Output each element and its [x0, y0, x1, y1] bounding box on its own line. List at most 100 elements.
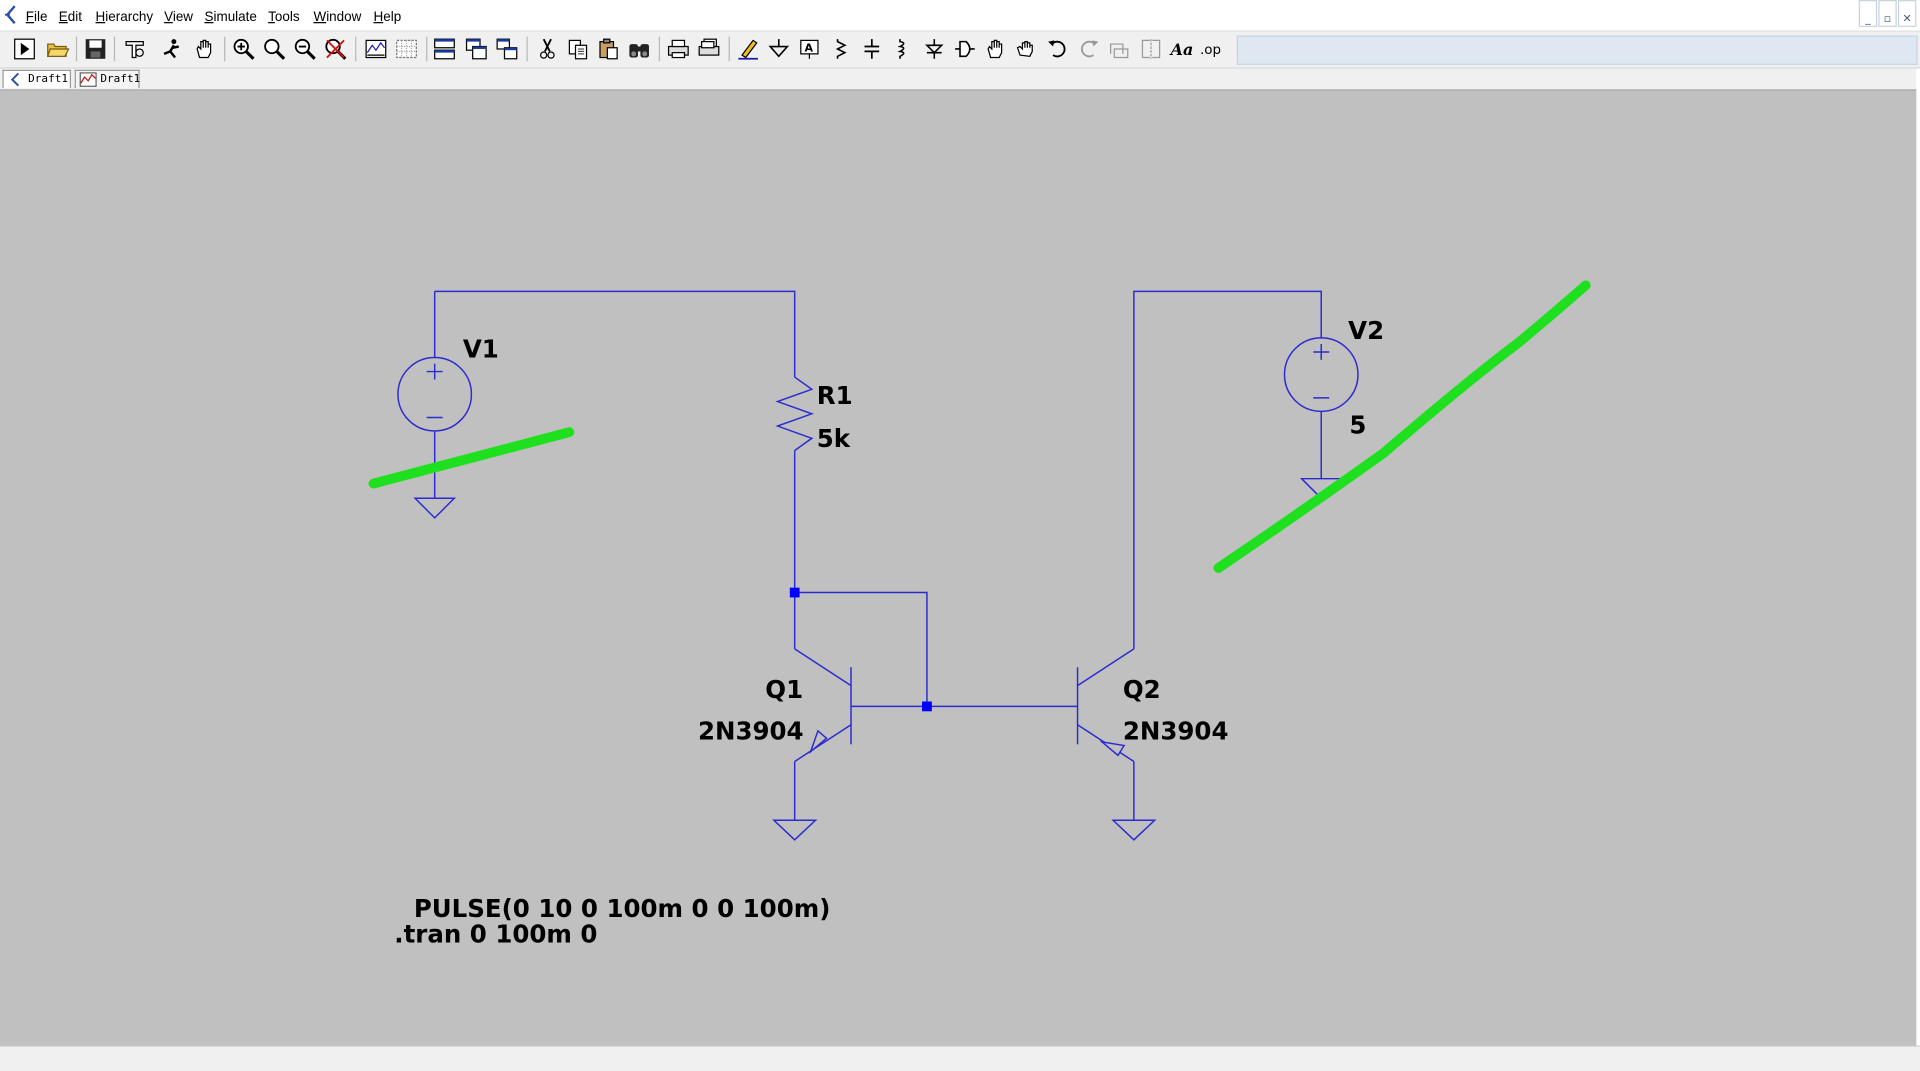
menu-edit[interactable]: Edit	[59, 10, 82, 26]
zoom-cancel-icon[interactable]	[322, 36, 349, 63]
zoom-full-icon[interactable]	[261, 36, 288, 63]
text-icon[interactable]: Aa	[1168, 36, 1195, 63]
ground-icon[interactable]	[765, 36, 792, 63]
svg-text:Aa: Aa	[1169, 40, 1193, 59]
draw-wire-icon[interactable]	[735, 36, 762, 63]
schematic-drawing: V1 R1 5k V2 5 Q1 2N3904 Q2 2N3904 PULSE(…	[368, 280, 1591, 949]
app-icon[interactable]	[2, 5, 19, 25]
pulse-directive-text[interactable]: PULSE(0 10 0 100m 0 0 100m)	[414, 894, 831, 923]
tab-waveform-draft1[interactable]: Draft1	[74, 69, 141, 89]
control-panel-icon[interactable]	[121, 36, 148, 63]
junction-dot	[922, 701, 932, 712]
toolbar-separator	[426, 36, 428, 62]
restore-button[interactable]: ▫	[1878, 0, 1897, 27]
menu-tools[interactable]: Tools	[268, 10, 299, 26]
menu-view-rest: iew	[172, 9, 194, 25]
menu-window-rest: indow	[326, 9, 362, 25]
wire[interactable]	[794, 591, 928, 707]
voltage-source-v1[interactable]	[397, 356, 473, 432]
copy-icon[interactable]	[564, 36, 591, 63]
tile-horizontal-icon[interactable]	[431, 36, 458, 63]
toolbar-separator	[526, 36, 528, 62]
inductor-icon[interactable]	[889, 36, 916, 63]
menu-help[interactable]: Help	[373, 10, 401, 26]
menu-simulate[interactable]: Simulate	[204, 10, 256, 26]
menu-window[interactable]: Window	[313, 10, 361, 26]
v2-value-label[interactable]: 5	[1349, 410, 1366, 439]
menu-view[interactable]: View	[164, 10, 193, 26]
wire[interactable]	[1133, 290, 1322, 649]
r1-name-label[interactable]: R1	[817, 381, 853, 410]
menu-bar: File Edit Hierarchy View Simulate Tools …	[0, 0, 1920, 32]
drag-icon[interactable]	[1013, 36, 1040, 63]
q2-name-label[interactable]: Q2	[1123, 675, 1161, 704]
v2-name-label[interactable]: V2	[1348, 316, 1384, 345]
component-icon[interactable]	[951, 36, 978, 63]
autorange-icon[interactable]	[362, 36, 389, 63]
ltspice-window: File Edit Hierarchy View Simulate Tools …	[0, 0, 1920, 1071]
window-edge	[1916, 68, 1920, 1046]
tab-label: Draft1	[28, 73, 68, 86]
move-icon[interactable]	[982, 36, 1009, 63]
q1-name-label[interactable]: Q1	[765, 675, 803, 704]
save-icon[interactable]	[82, 36, 109, 63]
toolbar-separator	[658, 36, 661, 62]
grid-icon[interactable]	[393, 36, 420, 63]
ground-symbol-v1[interactable]	[413, 497, 457, 519]
cascade-icon[interactable]	[493, 36, 520, 63]
close-button[interactable]: ✕	[1897, 0, 1917, 27]
menu-edit-rest: dit	[67, 9, 83, 25]
toolbar-separator	[728, 36, 730, 62]
menu-file[interactable]: File	[26, 10, 48, 26]
pan-icon[interactable]	[191, 36, 218, 63]
open-icon[interactable]	[44, 36, 71, 63]
ground-symbol-q1[interactable]	[772, 819, 818, 841]
zoom-out-icon[interactable]	[291, 36, 318, 63]
highlighter-stroke	[368, 427, 575, 489]
voltage-source-v2[interactable]	[1283, 337, 1359, 413]
run-icon[interactable]	[11, 36, 38, 63]
mirror-icon[interactable]	[1138, 36, 1165, 63]
junction-dot	[789, 587, 800, 598]
toolbar-separator	[113, 36, 116, 62]
ground-symbol-q2[interactable]	[1111, 819, 1157, 841]
status-bar	[0, 1045, 1920, 1071]
window-controls: _ ▫ ✕	[1858, 0, 1920, 27]
schematic-canvas[interactable]: V1 R1 5k V2 5 Q1 2N3904 Q2 2N3904 PULSE(…	[0, 90, 1920, 1046]
svg-text:.op: .op	[1200, 43, 1221, 58]
tab-schematic-draft1[interactable]: Draft1	[2, 69, 72, 89]
undo-icon[interactable]	[1044, 36, 1071, 63]
zoom-in-icon[interactable]	[230, 36, 257, 63]
toolbar-separator	[75, 36, 78, 62]
menu-hierarchy[interactable]: Hierarchy	[96, 10, 154, 26]
spice-directive-icon[interactable]: .op	[1199, 36, 1226, 63]
schematic-icon	[10, 72, 20, 87]
tran-directive-text[interactable]: .tran 0 100m 0	[394, 920, 597, 949]
menu-simulate-rest: imulate	[213, 9, 257, 25]
redo-icon[interactable]	[1075, 36, 1102, 63]
q1-model-label[interactable]: 2N3904	[698, 716, 804, 745]
diode-icon[interactable]	[921, 36, 948, 63]
print-icon[interactable]	[696, 36, 723, 63]
resistor-icon[interactable]	[828, 36, 855, 63]
resistor-r1[interactable]	[775, 376, 815, 452]
print-setup-icon[interactable]	[665, 36, 692, 63]
svg-text:A: A	[804, 41, 813, 54]
r1-value-label[interactable]: 5k	[817, 424, 851, 453]
find-icon[interactable]	[626, 36, 653, 63]
tile-vertical-icon[interactable]	[463, 36, 490, 63]
capacitor-icon[interactable]	[858, 36, 885, 63]
menu-hierarchy-rest: ierarchy	[105, 9, 154, 25]
paste-icon[interactable]	[595, 36, 622, 63]
v1-name-label[interactable]: V1	[463, 334, 499, 363]
label-net-icon[interactable]: A	[796, 36, 823, 63]
rotate-icon[interactable]	[1106, 36, 1133, 63]
halt-icon[interactable]	[158, 36, 185, 63]
minimize-button[interactable]: _	[1858, 0, 1878, 27]
toolbar-separator	[355, 36, 357, 62]
toolbar-separator	[224, 36, 226, 62]
tab-label: Draft1	[100, 73, 141, 86]
cut-icon[interactable]	[534, 36, 561, 63]
q2-model-label[interactable]: 2N3904	[1123, 716, 1229, 745]
highlighter-stroke	[1213, 280, 1591, 573]
